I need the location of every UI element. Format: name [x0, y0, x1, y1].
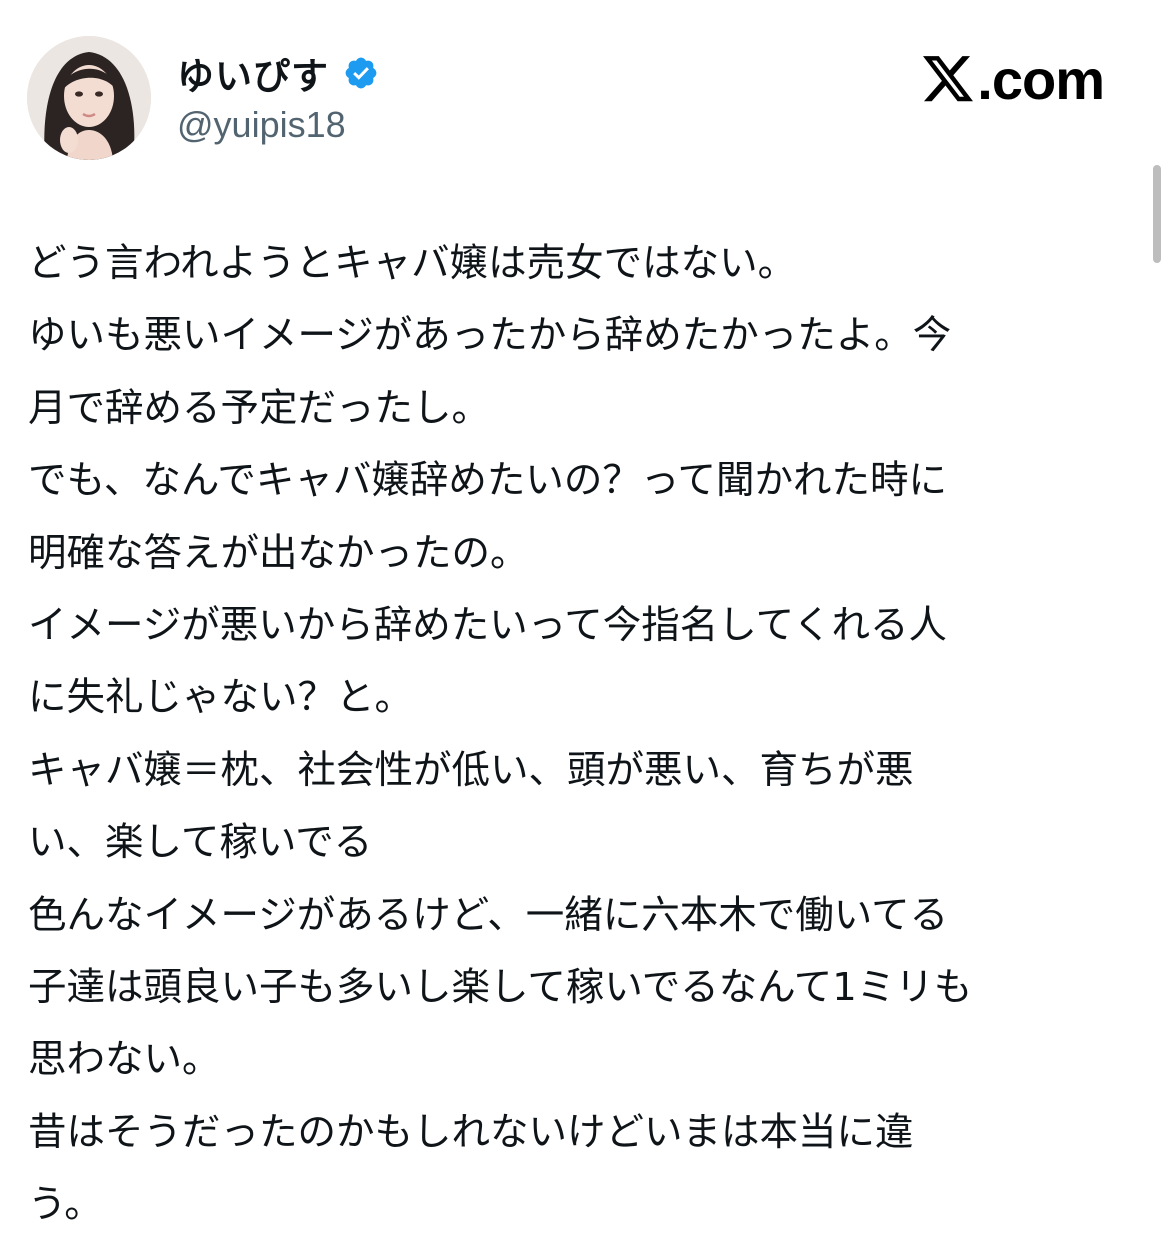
tweet-line: キャバ嬢＝枕、社会性が低い、頭が悪い、育ちが悪 — [28, 747, 914, 793]
display-name-row: ゆいぴす — [177, 48, 379, 98]
scrollbar[interactable] — [1153, 165, 1161, 263]
tweet-line: に失礼じゃない？と。 — [28, 675, 414, 721]
tweet-text: どう言われようとキャバ嬢は売女ではない。 ゆいも悪いイメージがあったから辞めたか… — [28, 228, 1138, 1241]
user-handle[interactable]: @yuipis18 — [177, 104, 379, 146]
tweet-line: でも、なんでキャバ嬢辞めたいの？って聞かれた時に — [28, 458, 947, 504]
tweet-line: ゆいも悪いイメージがあったから辞めたかったよ。今 — [28, 313, 952, 359]
tweet-line: どう言われようとキャバ嬢は売女ではない。 — [28, 241, 797, 286]
tweet-line: 月で辞める予定だったし。 — [28, 385, 491, 431]
x-com-brand: .com — [923, 44, 1105, 114]
brand-domain-text: .com — [977, 47, 1105, 111]
x-logo-icon — [923, 56, 974, 102]
tweet-line: い、楽して稼いでる — [28, 820, 373, 866]
tweet-line: 色んなイメージがあるけど、一緒に六本木で働いてる — [28, 892, 949, 938]
tweet-header: ゆいぴす @yuipis18 .com — [27, 36, 1147, 166]
tweet-line: イメージが悪いから辞めたいって今指名してくれる人 — [28, 602, 947, 648]
tweet-line: 子達は頭良い子も多いし楽して稼いでるなんて1ミリも — [28, 964, 973, 1010]
tweet-line: 昔はそうだったのかもしれないけどいまは本当に違 — [28, 1109, 914, 1155]
verified-badge-icon[interactable] — [343, 55, 379, 91]
tweet-line: 思わない。 — [28, 1037, 221, 1083]
tweet-line: う。 — [28, 1182, 103, 1228]
display-name[interactable]: ゆいぴす — [177, 46, 329, 100]
author-info: ゆいぴす @yuipis18 — [177, 48, 379, 146]
profile-avatar[interactable] — [27, 36, 151, 160]
tweet-line: 明確な答えが出なかったの。 — [28, 530, 529, 576]
